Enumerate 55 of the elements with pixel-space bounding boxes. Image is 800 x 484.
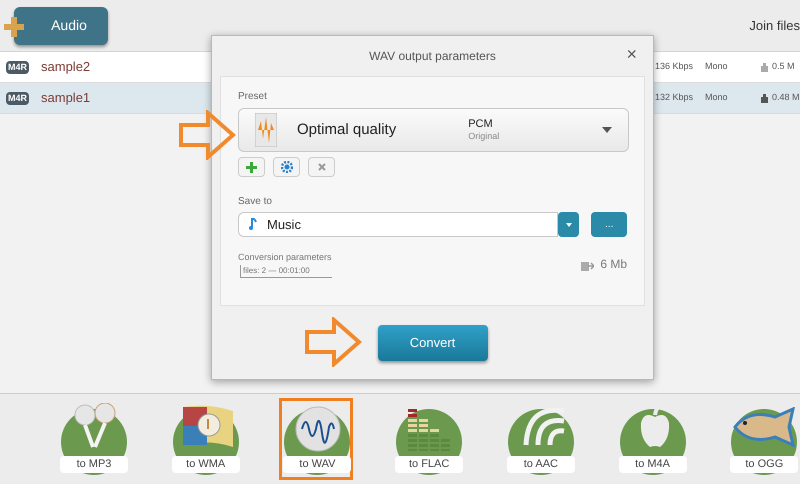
format-label: to MP3 <box>60 456 128 473</box>
delete-preset-button[interactable] <box>308 157 335 177</box>
weight-icon <box>761 94 768 102</box>
format-label: to FLAC <box>395 456 464 473</box>
codec-detail: Original <box>468 130 500 142</box>
format-button[interactable]: to WAV <box>279 398 354 480</box>
arrow-icon <box>178 110 236 160</box>
format-label: to WMA <box>172 456 240 473</box>
format-tag: M4R <box>6 60 30 74</box>
file-name: sample2 <box>41 58 90 76</box>
settings-icon <box>280 161 292 173</box>
format-label: to WAV <box>283 456 352 473</box>
size-text: 0.5 M <box>772 60 796 74</box>
save-to-field[interactable]: Music <box>238 212 558 237</box>
close-button[interactable]: × <box>626 45 637 63</box>
channels-text: Mono <box>705 91 729 104</box>
format-tag: M4R <box>6 92 30 104</box>
params-detail: files: 2 — 00:01:00 <box>240 264 332 278</box>
preset-name: Optimal quality <box>297 120 396 140</box>
close-icon <box>318 163 326 171</box>
add-audio-button[interactable]: Audio <box>14 6 108 44</box>
codec-text: PCM <box>468 118 493 130</box>
convert-button[interactable]: Convert <box>378 324 488 360</box>
format-label: to M4A <box>618 456 687 473</box>
save-to-label: Save to <box>238 195 273 209</box>
size-text: 0.48 M <box>772 91 798 104</box>
settings-button[interactable] <box>273 157 300 177</box>
arrow-icon <box>304 317 362 367</box>
bitrate-text: 136 Kbps <box>655 60 694 74</box>
dropdown-button[interactable] <box>558 212 580 237</box>
caret-icon <box>602 127 612 133</box>
preset-dropdown[interactable]: Optimal quality PCM Original <box>238 108 629 152</box>
flag-icon <box>180 405 235 449</box>
browse-button[interactable]: ... <box>591 212 627 237</box>
channels-text: Mono <box>705 60 729 74</box>
file-name: sample1 <box>41 89 90 108</box>
bitrate-text: 132 Kbps <box>655 91 694 104</box>
join-files-label[interactable]: Join files <box>749 16 800 36</box>
add-preset-button[interactable] <box>238 157 265 177</box>
waveform-icon <box>255 113 277 147</box>
dialog-title: WAV output parameters <box>369 48 496 65</box>
preset-label: Preset <box>238 90 268 104</box>
save-to-value: Music <box>267 216 301 234</box>
earphones-icon <box>73 403 117 449</box>
output-size: 6 Mb <box>600 256 627 274</box>
plus-icon <box>246 162 257 172</box>
format-label: to AAC <box>506 456 575 473</box>
weight-icon <box>761 62 768 72</box>
params-label: Conversion parameters <box>238 251 332 264</box>
format-label: to OGG <box>730 456 798 473</box>
fish-icon <box>731 407 798 447</box>
music-note-icon <box>249 218 257 231</box>
caret-icon <box>566 222 572 226</box>
plus-icon <box>4 16 24 36</box>
waveform-icon <box>294 405 342 453</box>
